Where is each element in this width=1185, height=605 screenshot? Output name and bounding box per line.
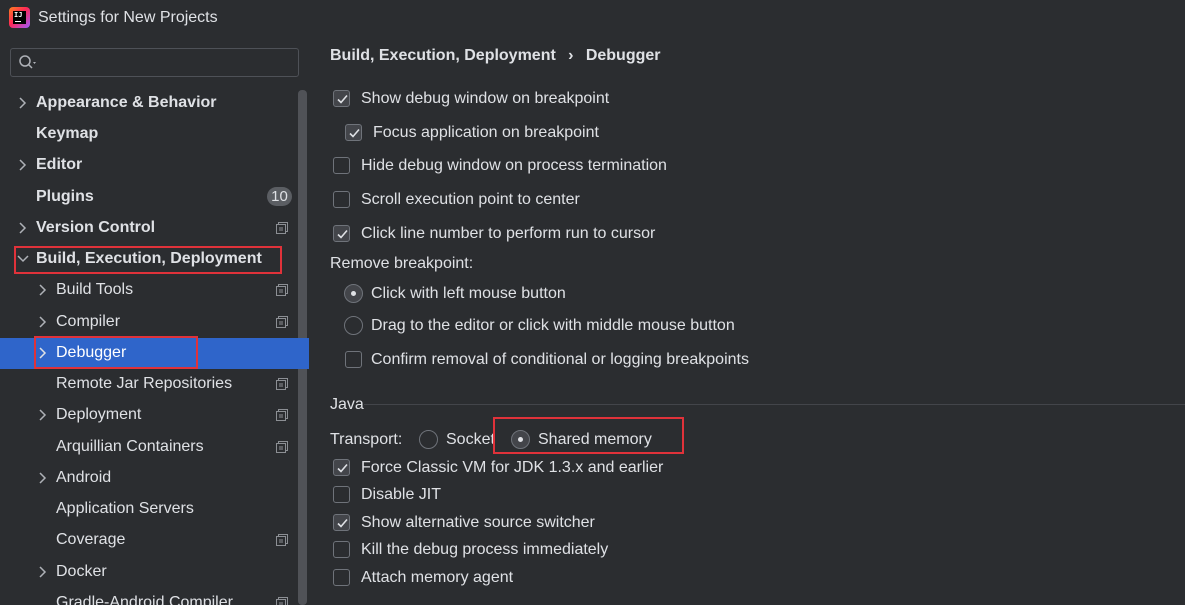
chevron-right-icon[interactable] bbox=[16, 158, 30, 172]
sidebar-item-build-tools[interactable]: Build Tools bbox=[0, 275, 296, 306]
breadcrumb-current: Debugger bbox=[585, 47, 661, 64]
sidebar-item-label: Build, Execution, Deployment bbox=[36, 250, 262, 267]
checkbox-label: Confirm removal of conditional or loggin… bbox=[371, 351, 749, 368]
search-icon[interactable] bbox=[18, 54, 40, 72]
checkbox-box[interactable] bbox=[333, 90, 350, 107]
checkbox-label: Attach memory agent bbox=[361, 569, 514, 586]
radio-circle[interactable] bbox=[419, 430, 438, 449]
search-box[interactable] bbox=[10, 48, 299, 77]
project-level-icon bbox=[276, 597, 288, 605]
checkbox-box[interactable] bbox=[345, 351, 362, 368]
sidebar-item-label: Keymap bbox=[36, 125, 99, 142]
project-level-icon bbox=[276, 441, 288, 453]
sidebar-item-label: Coverage bbox=[56, 531, 126, 548]
sidebar-item-coverage[interactable]: Coverage bbox=[0, 525, 296, 556]
checkbox-label: Focus application on breakpoint bbox=[373, 124, 599, 141]
checkbox-box[interactable] bbox=[333, 225, 350, 242]
radio-label: Drag to the editor or click with middle … bbox=[371, 317, 735, 334]
checkbox-label: Kill the debug process immediately bbox=[361, 541, 609, 558]
intellij-logo-icon: IJ bbox=[9, 7, 30, 28]
checkbox-box[interactable] bbox=[333, 541, 350, 558]
chevron-right-icon[interactable] bbox=[36, 346, 50, 360]
checkbox-box[interactable] bbox=[333, 459, 350, 476]
chevron-right-icon[interactable] bbox=[36, 408, 50, 422]
project-level-icon bbox=[276, 284, 288, 296]
search-input[interactable] bbox=[45, 52, 290, 73]
sidebar-item-label: Version Control bbox=[36, 219, 156, 236]
chevron-right-icon[interactable] bbox=[36, 565, 50, 579]
project-level-icon bbox=[276, 378, 288, 390]
radio-circle[interactable] bbox=[344, 316, 363, 335]
sidebar-item-label: Deployment bbox=[56, 406, 142, 423]
sidebar-item-build-execution-deployment[interactable]: Build, Execution, Deployment bbox=[0, 244, 296, 275]
radio-label: Socket bbox=[446, 431, 495, 448]
radio-circle[interactable] bbox=[511, 430, 530, 449]
remove-breakpoint-label: Remove breakpoint: bbox=[330, 255, 474, 272]
checkbox-label: Scroll execution point to center bbox=[361, 191, 580, 208]
chevron-down-icon[interactable] bbox=[16, 252, 30, 266]
project-level-icon bbox=[276, 316, 288, 328]
checkbox-label: Disable JIT bbox=[361, 486, 442, 503]
checkbox-box[interactable] bbox=[333, 569, 350, 586]
sidebar-item-version-control[interactable]: Version Control bbox=[0, 213, 296, 244]
checkbox-label: Click line number to perform run to curs… bbox=[361, 225, 656, 242]
chevron-right-icon[interactable] bbox=[16, 96, 30, 110]
window-title: Settings for New Projects bbox=[38, 9, 218, 26]
sidebar-item-label: Debugger bbox=[56, 344, 127, 361]
sidebar-item-appearance-behavior[interactable]: Appearance & Behavior bbox=[0, 88, 296, 119]
checkbox-label: Show debug window on breakpoint bbox=[361, 90, 610, 107]
sidebar-item-label: Build Tools bbox=[56, 281, 134, 298]
sidebar-item-label: Remote Jar Repositories bbox=[56, 375, 233, 392]
sidebar-item-label: Appearance & Behavior bbox=[36, 94, 217, 111]
title-bar: IJ Settings for New Projects bbox=[0, 0, 1185, 38]
settings-sidebar: Appearance & Behavior Keymap Editor Plug… bbox=[0, 38, 309, 605]
checkbox-label: Hide debug window on process termination bbox=[361, 157, 667, 174]
sidebar-item-label: Application Servers bbox=[56, 500, 194, 517]
chevron-right-icon[interactable] bbox=[16, 221, 30, 235]
checkbox-label: Force Classic VM for JDK 1.3.x and earli… bbox=[361, 459, 664, 476]
checkbox-box[interactable] bbox=[333, 191, 350, 208]
sidebar-item-application-servers[interactable]: Application Servers bbox=[0, 494, 296, 525]
sidebar-item-android[interactable]: Android bbox=[0, 463, 296, 494]
sidebar-item-label: Arquillian Containers bbox=[56, 438, 204, 455]
sidebar-item-plugins[interactable]: Plugins 10 bbox=[0, 182, 296, 213]
checkbox-label: Show alternative source switcher bbox=[361, 514, 595, 531]
sidebar-item-deployment[interactable]: Deployment bbox=[0, 400, 296, 431]
chevron-right-icon[interactable] bbox=[36, 283, 50, 297]
radio-circle[interactable] bbox=[344, 284, 363, 303]
java-section-divider bbox=[364, 404, 1185, 405]
project-level-icon bbox=[276, 534, 288, 546]
project-level-icon bbox=[276, 409, 288, 421]
sidebar-item-remote-jar-repositories[interactable]: Remote Jar Repositories bbox=[0, 369, 296, 400]
sidebar-item-label: Plugins bbox=[36, 188, 94, 205]
java-section-title: Java bbox=[330, 396, 364, 413]
checkbox-box[interactable] bbox=[333, 514, 350, 531]
transport-label: Transport: bbox=[330, 431, 403, 448]
sidebar-item-compiler[interactable]: Compiler bbox=[0, 307, 296, 338]
breadcrumb-separator: › bbox=[568, 47, 574, 64]
radio-label: Click with left mouse button bbox=[371, 285, 566, 302]
chevron-right-icon[interactable] bbox=[36, 315, 50, 329]
sidebar-item-docker[interactable]: Docker bbox=[0, 557, 296, 588]
sidebar-item-debugger[interactable]: Debugger bbox=[0, 338, 309, 369]
sidebar-item-arquillian-containers[interactable]: Arquillian Containers bbox=[0, 432, 296, 463]
checkbox-box[interactable] bbox=[333, 486, 350, 503]
plugins-update-count-badge: 10 bbox=[267, 187, 292, 206]
chevron-right-icon[interactable] bbox=[36, 471, 50, 485]
sidebar-item-editor[interactable]: Editor bbox=[0, 150, 296, 181]
debugger-settings-panel: Build, Execution, Deployment › Debugger Sh… bbox=[309, 38, 1185, 605]
radio-label: Shared memory bbox=[538, 431, 652, 448]
sidebar-item-gradle-android-compiler[interactable]: Gradle-Android Compiler bbox=[0, 588, 296, 605]
project-level-icon bbox=[276, 222, 288, 234]
checkbox-box[interactable] bbox=[345, 124, 362, 141]
sidebar-item-label: Docker bbox=[56, 563, 107, 580]
checkbox-box[interactable] bbox=[333, 157, 350, 174]
sidebar-item-keymap[interactable]: Keymap bbox=[0, 119, 296, 150]
sidebar-item-label: Android bbox=[56, 469, 112, 486]
breadcrumb: Build, Execution, Deployment › Debugger bbox=[330, 47, 660, 65]
sidebar-item-label: Editor bbox=[36, 156, 83, 173]
breadcrumb-parent[interactable]: Build, Execution, Deployment bbox=[330, 47, 556, 64]
sidebar-item-label: Compiler bbox=[56, 313, 121, 330]
sidebar-item-label: Gradle-Android Compiler bbox=[56, 594, 233, 605]
